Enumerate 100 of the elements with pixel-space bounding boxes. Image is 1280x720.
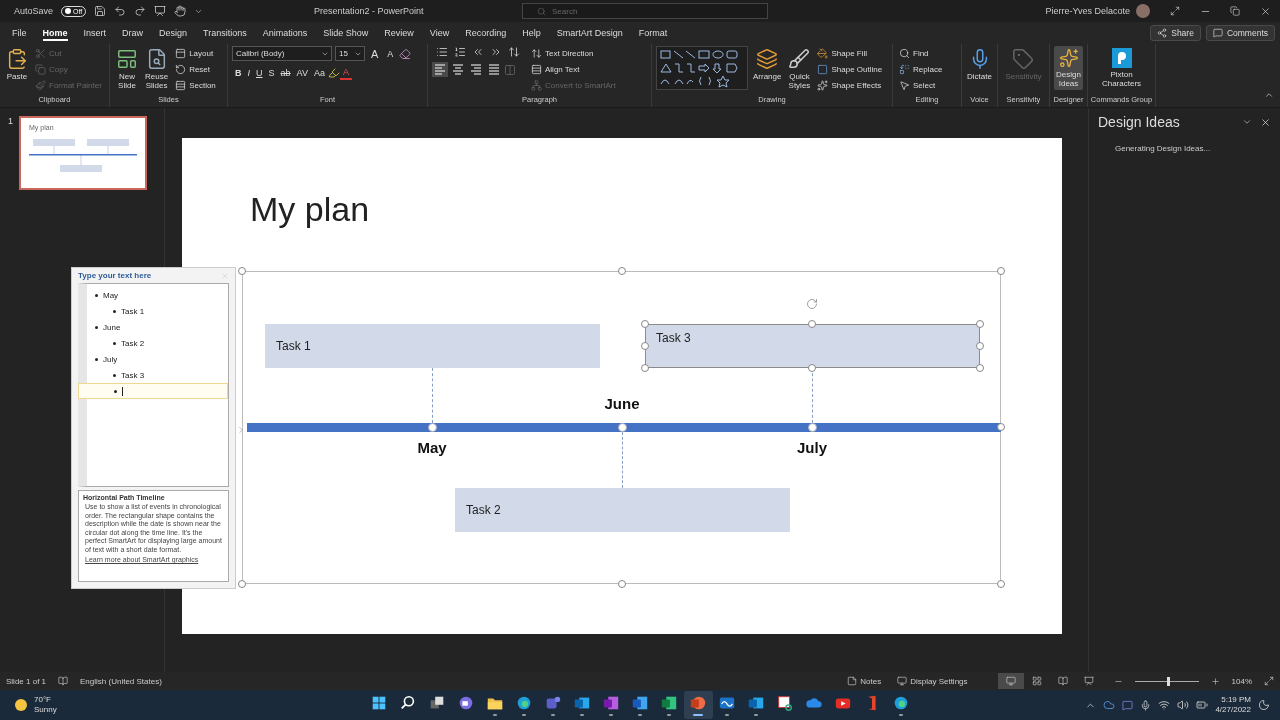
menu-tab[interactable]: Format [630,22,676,44]
replace-icon [899,64,910,75]
align-button[interactable] [450,62,466,77]
menu-tab[interactable]: View [421,22,458,44]
resize-handle[interactable] [808,364,816,372]
align-text-button[interactable]: Align Text [529,62,618,77]
zoom-thumb[interactable] [1167,676,1171,686]
text-direction-button[interactable]: Text Direction [529,46,618,61]
shapes-gallery[interactable] [656,46,748,90]
menu-tab[interactable]: Review [376,22,422,44]
list-item[interactable]: July [87,351,228,367]
resize-handle[interactable] [976,364,984,372]
resize-handle[interactable] [641,364,649,372]
select-button[interactable]: Select [897,78,945,93]
menu-tab[interactable]: Help [514,22,549,44]
list-item[interactable]: Task 2 [87,335,228,351]
task-box[interactable]: Task 3 [645,324,980,368]
align-button[interactable] [468,62,484,77]
resize-handle[interactable] [808,320,816,328]
menu-tab[interactable]: Design [151,22,196,44]
replace-button[interactable]: Replace [897,62,945,77]
resize-handle[interactable] [976,320,984,328]
format-button[interactable]: ab [277,65,294,80]
resize-handle[interactable] [997,423,1005,431]
format-button[interactable]: Aa [310,65,328,80]
shape-outline-button[interactable]: Shape Outline [815,62,885,77]
reset-button[interactable]: Reset [173,62,218,77]
zoom-level[interactable]: 104% [1231,676,1252,686]
menu-tab[interactable]: File [4,22,35,44]
design-ideas-button[interactable]: Design Ideas [1054,46,1083,91]
list-item[interactable]: Task 1 [87,303,228,319]
slide-number: 1 [8,116,13,128]
new-slide-button[interactable]: New Slide [114,46,140,93]
menu-tab[interactable]: Animations [254,22,316,44]
menu-tab[interactable]: Home [34,22,76,44]
font-color-button[interactable]: A [339,65,352,80]
menu-tab[interactable]: SmartArt Design [548,22,631,44]
display-settings-button[interactable]: Display Settings [889,673,976,689]
share-button[interactable]: Share [1150,25,1201,41]
section-button[interactable]: Section [173,78,218,93]
presentation-icon [1083,676,1094,686]
dictate-button[interactable]: Dictate [965,46,994,84]
resize-handle[interactable] [618,267,626,275]
format-button[interactable]: AV [293,65,311,80]
numbering-icon [454,46,466,58]
align-button[interactable] [486,62,502,77]
format-button[interactable]: S [265,65,278,80]
find-button[interactable]: Find [897,46,945,61]
reuse-slides-button[interactable]: Reuse Slides [143,46,171,93]
weather-condition: Sunny [34,705,57,715]
list-item[interactable]: May [87,287,228,303]
browser-icon [892,694,910,712]
grow-font-button[interactable]: A [368,46,382,61]
menu-tab[interactable]: Transitions [195,22,255,44]
resize-handle[interactable] [997,580,1005,588]
task-box[interactable]: Task 2 [455,488,790,532]
chat-icon [1122,699,1134,711]
menu-tab[interactable]: Draw [114,22,152,44]
clock-date[interactable]: 4/27/2022 [1215,705,1251,715]
user-avatar[interactable] [1136,4,1150,18]
shape-effects-button[interactable]: Shape Effects [815,78,885,93]
arrange-button[interactable]: Arrange [751,46,784,84]
quick-styles-button[interactable]: Quick Styles [786,46,813,93]
view-button[interactable] [997,673,1024,689]
font-size-field[interactable]: 15 [335,46,365,61]
task-box[interactable]: Task 1 [265,324,600,368]
list-item[interactable]: Task 3 [87,367,228,383]
list-item[interactable]: June [87,319,228,335]
slide-title[interactable]: My plan [250,190,370,229]
browser-icon [515,694,533,712]
menu-tab[interactable]: Insert [75,22,115,44]
format-button[interactable]: I [244,65,253,80]
zoom-in-icon [1210,676,1220,686]
timeline-dot [808,423,817,432]
resize-handle[interactable] [238,267,246,275]
paste-button[interactable]: Paste [4,46,30,84]
align-button[interactable] [432,62,448,77]
user-name: Pierre-Yves Delacote [1045,6,1130,16]
resize-handle[interactable] [238,580,246,588]
resize-handle[interactable] [997,267,1005,275]
font-name-field[interactable]: Calibri (Body) [232,46,332,61]
clock-time[interactable]: 5:19 PM [1221,695,1251,705]
pixton-characters-button[interactable]: Pixton Characters [1099,46,1144,91]
expand-icon [236,425,246,435]
resize-handle[interactable] [618,580,626,588]
format-button[interactable]: U [253,65,266,80]
comments-button[interactable]: Comments [1205,25,1275,41]
shrink-font-button[interactable]: A [384,46,397,61]
resize-handle[interactable] [641,320,649,328]
notes-button[interactable]: Notes [839,673,890,689]
date-label: May [416,439,448,456]
resize-handle[interactable] [641,342,649,350]
menu-tab[interactable]: Recording [457,22,515,44]
resize-handle[interactable] [976,342,984,350]
menu-tab[interactable]: Slide Show [315,22,377,44]
shape-fill-button[interactable]: Shape Fill [815,46,885,61]
format-button[interactable]: B [232,65,245,80]
layout-button[interactable]: Layout [173,46,218,61]
text-pane-list[interactable]: May Task 1 June Task 2 July Task 3 [78,283,229,487]
language-label[interactable]: English (United States) [80,676,162,686]
